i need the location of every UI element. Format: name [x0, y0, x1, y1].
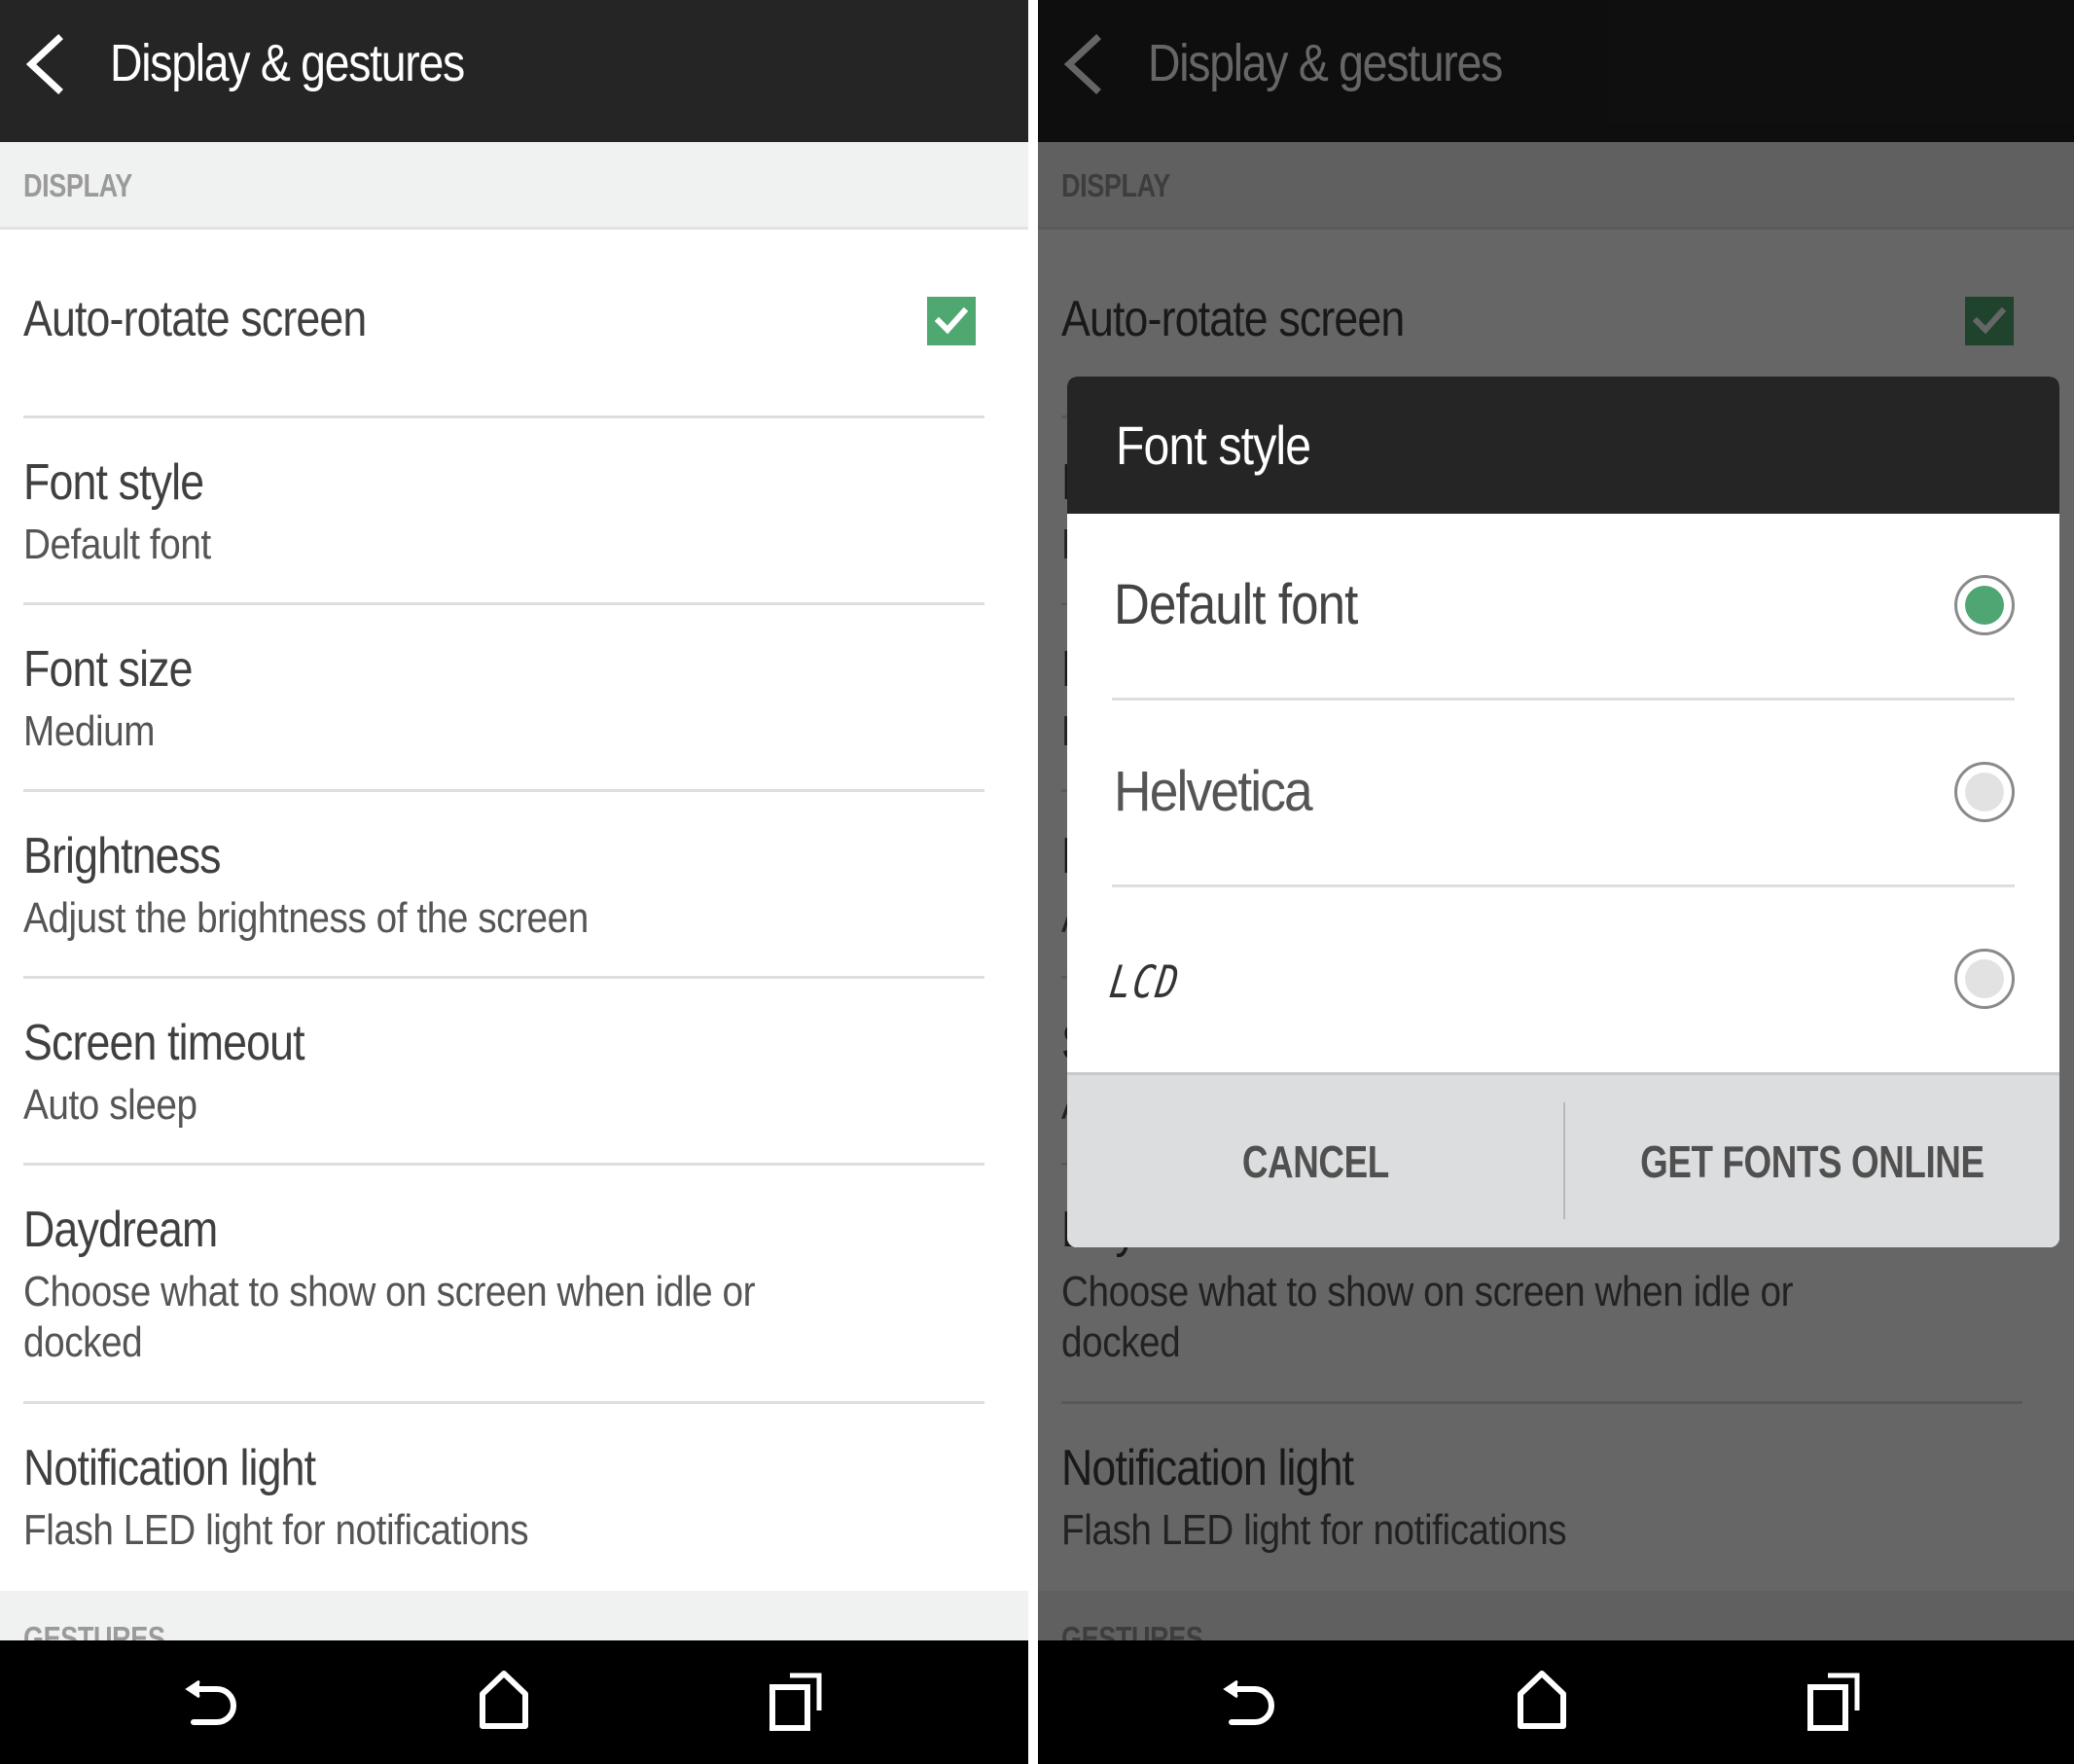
- section-header-label: DISPLAY: [23, 167, 132, 203]
- option-label: Default font: [1114, 573, 1358, 636]
- setting-screen-timeout[interactable]: Screen timeout Auto sleep: [0, 979, 1028, 1166]
- nav-back-button[interactable]: [1216, 1668, 1284, 1736]
- dialog-title: Font style: [1116, 414, 1311, 476]
- recent-apps-icon: [1807, 1673, 1860, 1731]
- setting-title: Auto-rotate screen: [23, 291, 367, 347]
- navigation-bar: [0, 1640, 1028, 1764]
- font-option-lcd[interactable]: LCD: [1067, 887, 2059, 1072]
- nav-recents-button[interactable]: [763, 1668, 831, 1736]
- setting-subtitle: Default font: [23, 521, 211, 568]
- font-style-dialog: Font style Default font Helvetica LCD CA…: [1067, 377, 2059, 1247]
- radio-selected-dot: [1965, 586, 2004, 625]
- page-title: Display & gestures: [110, 34, 465, 92]
- radio-lcd[interactable]: [1954, 949, 2015, 1009]
- radio-empty-dot: [1965, 773, 2004, 811]
- setting-title: Screen timeout: [23, 1015, 305, 1071]
- setting-subtitle: Flash LED light for notifications: [23, 1506, 529, 1554]
- home-icon: [480, 1671, 528, 1729]
- back-arrow-icon: [1223, 1679, 1274, 1725]
- radio-helvetica[interactable]: [1954, 762, 2015, 822]
- setting-notification-light[interactable]: Notification light Flash LED light for n…: [0, 1404, 1028, 1591]
- font-option-helvetica[interactable]: Helvetica: [1067, 701, 2059, 887]
- home-icon: [1518, 1671, 1566, 1729]
- setting-subtitle: Medium: [23, 707, 156, 755]
- setting-brightness[interactable]: Brightness Adjust the brightness of the …: [0, 792, 1028, 979]
- radio-default-font[interactable]: [1954, 575, 2015, 635]
- cancel-button-label: CANCEL: [1241, 1135, 1389, 1187]
- setting-auto-rotate[interactable]: Auto-rotate screen: [0, 230, 1028, 418]
- option-label: LCD: [1106, 955, 1184, 1008]
- get-fonts-online-label: GET FONTS ONLINE: [1639, 1135, 1985, 1187]
- back-arrow-icon: [185, 1679, 236, 1725]
- nav-home-button[interactable]: [1508, 1668, 1576, 1736]
- settings-screen: Display & gestures DISPLAY Auto-rotate s…: [0, 0, 1028, 1764]
- get-fonts-online-button[interactable]: GET FONTS ONLINE: [1564, 1075, 2059, 1247]
- dialog-button-bar: CANCEL GET FONTS ONLINE: [1067, 1072, 2059, 1247]
- navigation-bar: [1038, 1640, 2074, 1764]
- option-label: Helvetica: [1114, 760, 1313, 823]
- font-option-default[interactable]: Default font: [1067, 514, 2059, 701]
- setting-title: Font style: [23, 454, 204, 511]
- setting-title: Font size: [23, 641, 194, 698]
- checkmark-icon: [934, 306, 969, 335]
- recent-apps-icon: [769, 1673, 822, 1731]
- nav-home-button[interactable]: [470, 1668, 538, 1736]
- nav-recents-button[interactable]: [1801, 1668, 1869, 1736]
- setting-font-size[interactable]: Font size Medium: [0, 605, 1028, 792]
- setting-font-style[interactable]: Font style Default font: [0, 418, 1028, 605]
- settings-screen-with-dialog: Display & gestures DISPLAY Auto-rotate s…: [1038, 0, 2074, 1764]
- radio-empty-dot: [1965, 959, 2004, 998]
- setting-daydream[interactable]: Daydream Choose what to show on screen w…: [0, 1166, 1028, 1404]
- back-button[interactable]: [18, 29, 76, 99]
- section-header-display: DISPLAY: [0, 142, 1028, 230]
- nav-back-button[interactable]: [178, 1668, 246, 1736]
- setting-title: Brightness: [23, 828, 222, 884]
- chevron-left-icon: [25, 34, 63, 94]
- auto-rotate-checkbox[interactable]: [927, 297, 976, 345]
- dialog-header: Font style: [1067, 377, 2059, 514]
- setting-title: Daydream: [23, 1202, 218, 1258]
- setting-title: Notification light: [23, 1440, 316, 1496]
- setting-subtitle: Adjust the brightness of the screen: [23, 894, 589, 942]
- setting-subtitle: Auto sleep: [23, 1081, 197, 1129]
- cancel-button[interactable]: CANCEL: [1067, 1075, 1563, 1247]
- app-bar: Display & gestures: [0, 0, 1028, 142]
- setting-subtitle: Choose what to show on screen when idle …: [23, 1268, 756, 1366]
